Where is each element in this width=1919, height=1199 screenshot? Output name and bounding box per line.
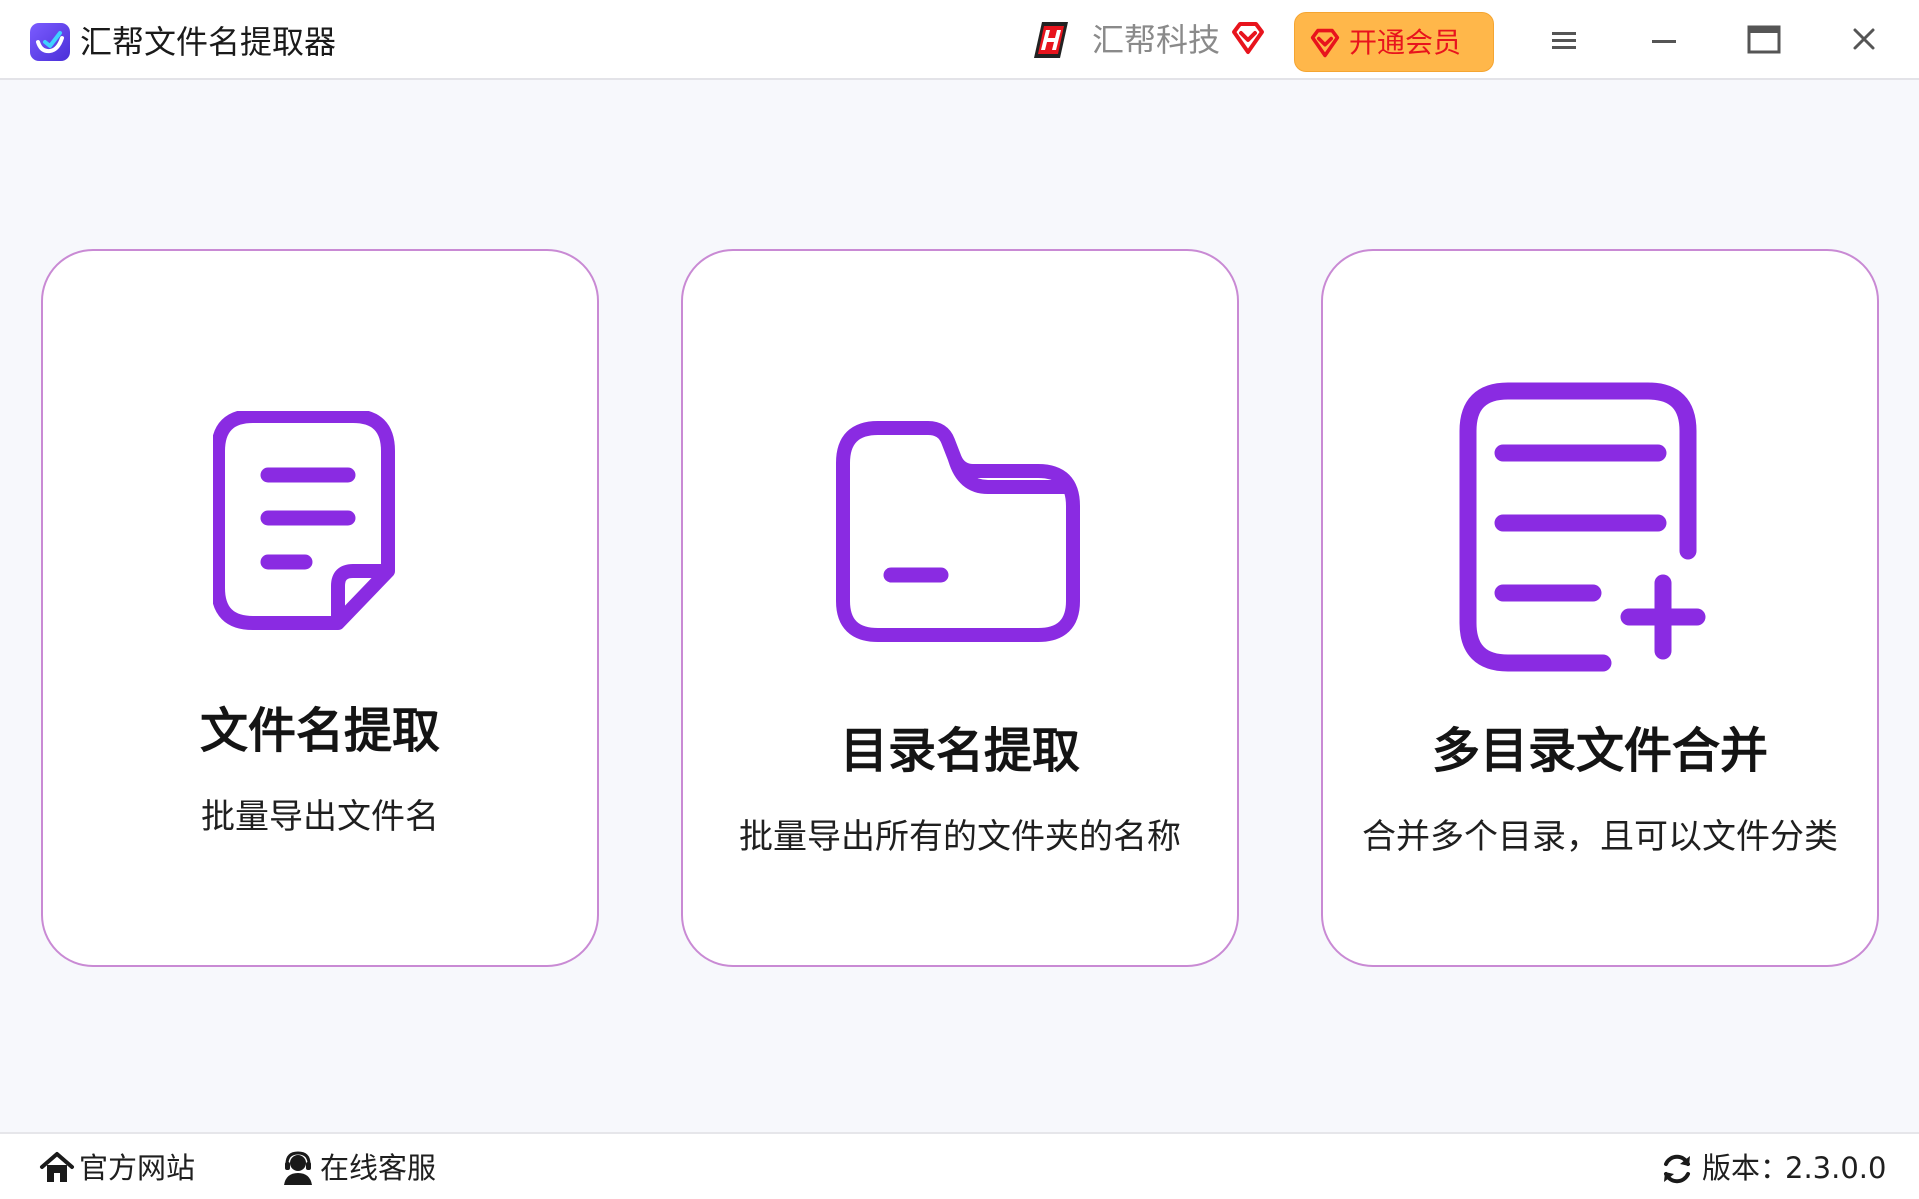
brand-logo-icon — [1028, 16, 1076, 64]
home-icon — [39, 1150, 75, 1186]
menu-icon — [1552, 32, 1576, 49]
headset-user-icon — [280, 1150, 316, 1186]
card-description: 批量导出文件名 — [201, 797, 439, 837]
minimize-icon — [1652, 40, 1676, 43]
online-support-label: 在线客服 — [320, 1151, 437, 1185]
card-description: 批量导出所有的文件夹的名称 — [739, 817, 1181, 857]
vip-diamond-icon[interactable] — [1230, 20, 1266, 56]
official-website-link[interactable]: 官方网站 — [39, 1146, 199, 1190]
version-info: 版本： 2.3.0.0 — [1660, 1146, 1900, 1190]
document-icon — [211, 409, 423, 655]
card-title: 目录名提取 — [839, 723, 1080, 779]
version-value: 2.3.0.0 — [1785, 1151, 1887, 1185]
card-directory-extract[interactable]: 目录名提取 批量导出所有的文件夹的名称 — [681, 249, 1239, 967]
card-title: 文件名提取 — [199, 703, 440, 759]
footer-bar: 官方网站 在线客服 版本： 2.3.0.0 — [0, 1132, 1919, 1199]
card-title: 多目录文件合并 — [1431, 723, 1768, 779]
list-add-icon — [1453, 381, 1743, 685]
brand-name: 汇帮科技 — [1092, 21, 1221, 59]
card-filename-extract[interactable]: 文件名提取 批量导出文件名 — [41, 249, 599, 967]
open-membership-label: 开通会员 — [1349, 26, 1462, 59]
card-multi-directory-merge[interactable]: 多目录文件合并 合并多个目录，且可以文件分类 — [1321, 249, 1879, 967]
app-title: 汇帮文件名提取器 — [80, 23, 337, 61]
maximize-button[interactable] — [1736, 16, 1792, 64]
open-membership-button[interactable]: 开通会员 — [1294, 12, 1494, 72]
app-logo-icon — [29, 22, 71, 62]
close-icon — [1853, 28, 1875, 50]
version-label: 版本： — [1702, 1151, 1790, 1185]
minimize-button[interactable] — [1636, 16, 1692, 64]
official-website-label: 官方网站 — [79, 1151, 196, 1185]
vip-diamond-icon — [1309, 27, 1341, 59]
close-button[interactable] — [1836, 16, 1892, 64]
refresh-icon[interactable] — [1660, 1152, 1694, 1186]
online-support-link[interactable]: 在线客服 — [280, 1146, 450, 1190]
title-bar: 汇帮文件名提取器 汇帮科技 开通会员 — [0, 0, 1919, 80]
folder-icon — [833, 421, 1093, 665]
maximize-icon — [1747, 25, 1781, 54]
menu-button[interactable] — [1536, 16, 1592, 64]
card-description: 合并多个目录，且可以文件分类 — [1362, 817, 1838, 857]
